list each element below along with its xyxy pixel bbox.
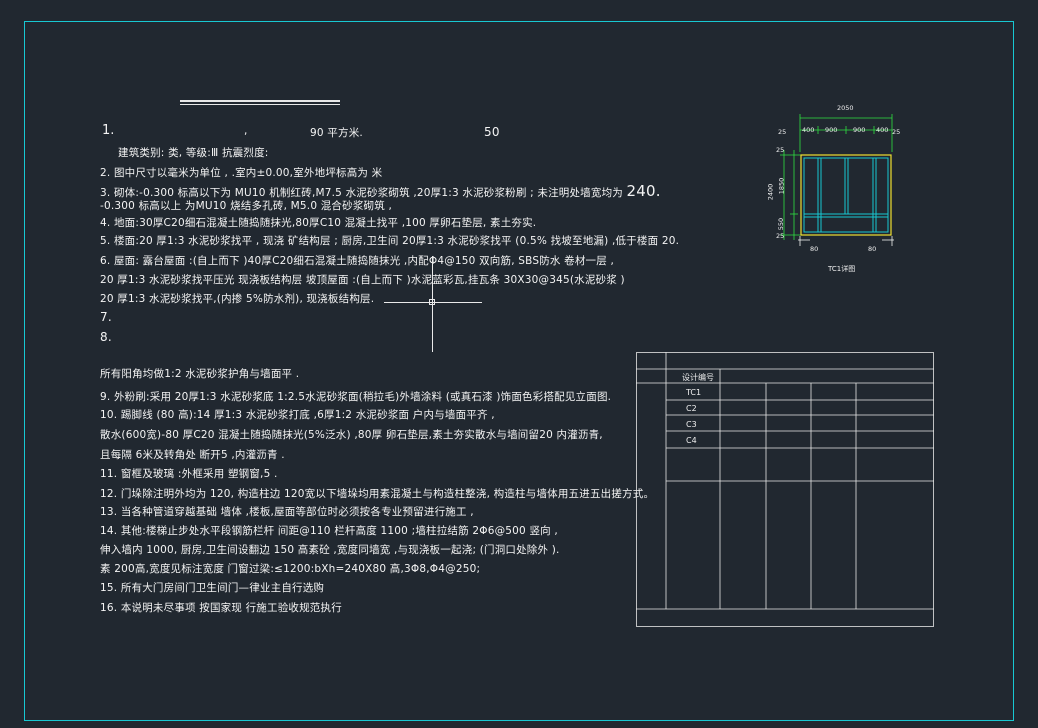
- cad-cursor-pickbox[interactable]: [429, 299, 435, 305]
- window-mullions: [804, 158, 888, 232]
- schedule-table: [636, 352, 934, 627]
- note-1-area: 90 平方米.: [310, 127, 363, 139]
- table-code-c4: C4: [686, 436, 697, 445]
- note-6-line-1: 6. 屋面: 露台屋面 :(自上而下 )40厚C20细石混凝土随捣随抹光 ,内配…: [100, 255, 615, 267]
- note-14-line-2: 伸入墙内 1000, 厨房,卫生间设翻边 150 高素砼 ,宽度同墙宽 ,与现浇…: [100, 544, 560, 556]
- dim-left-lower: 550: [777, 217, 786, 231]
- note-6-line-2: 20 厚1:3 水泥砂浆找平压光 现浇板结构层 坡顶屋面 :(自上而下 )水泥蓝…: [100, 274, 625, 286]
- note-15: 15. 所有大门房间门卫生间门—律业主自行选购: [100, 582, 325, 594]
- note-1-number: 1.: [102, 123, 115, 138]
- note-12: 12. 门垛除注明外均为 120, 构造柱边 120宽以下墙垛均用素混凝土与构造…: [100, 488, 655, 500]
- note-4: 4. 地面:30厚C20细石混凝土随捣随抹光,80厚C10 混凝土找平 ,100…: [100, 217, 537, 229]
- dim-top-seg-2: 900: [825, 126, 838, 134]
- window-detail-caption: TC1详图: [828, 265, 856, 273]
- note-3-line-2: -0.300 标高以上 为MU10 烧结多孔砖, M5.0 混合砂浆砌筑 ,: [100, 200, 393, 212]
- note-5: 5. 楼面:20 厚1:3 水泥砂浆找平 , 现浇 矿结构层 ; 厨房,卫生间 …: [100, 235, 680, 247]
- note-11: 11. 窗框及玻璃 :外框采用 塑钢窗,5 .: [100, 468, 278, 480]
- window-detail-drawing: [780, 114, 894, 246]
- window-inner-frame: [803, 157, 889, 233]
- note-10-line-1: 10. 踢脚线 (80 高):14 厚1:3 水泥砂浆打底 ,6厚1:2 水泥砂…: [100, 409, 495, 421]
- note-8: 8.: [100, 330, 112, 344]
- dim-bottom-left: 80: [810, 245, 819, 253]
- table-code-tc1: TC1: [686, 388, 702, 397]
- note-10-line-2: 散水(600宽)-80 厚C20 混凝土随捣随抹光(5%泛水) ,80厚 卵石垫…: [100, 429, 603, 441]
- dim-left-top-small: 25: [776, 146, 785, 154]
- window-outer-frame: [800, 154, 892, 236]
- dim-right-edge-top: 25: [892, 128, 901, 136]
- dim-top-total: 2050: [837, 104, 854, 112]
- dim-left-edge-top: 25: [778, 128, 787, 136]
- dim-top-seg-1: 400: [802, 126, 815, 134]
- title-underline-top: [180, 100, 340, 102]
- note-2: 2. 图中尺寸以毫米为单位 , .室内±0.00,室外地坪标高为 米: [100, 167, 383, 179]
- note-6-line-3: 20 厚1:3 水泥砂浆找平,(内掺 5%防水剂), 现浇板结构层.: [100, 293, 375, 305]
- note-7: 7.: [100, 310, 112, 324]
- note-9: 9. 外粉刷:采用 20厚1:3 水泥砂浆底 1:2.5水泥砂浆面(稍拉毛)外墙…: [100, 391, 612, 403]
- note-3-wall-width: 240.: [626, 182, 661, 200]
- note-14-line-3: 素 200高,宽度见标注宽度 门窗过梁:≤1200:bXh=240X80 高,3…: [100, 563, 481, 575]
- title-underline-bottom: [180, 104, 340, 105]
- table-header-design-code: 设计编号: [682, 373, 714, 382]
- note-8-corner: 所有阳角均做1:2 水泥砂浆护角与墙面平 .: [100, 368, 300, 380]
- dim-bottom-right: 80: [868, 245, 877, 253]
- dim-left-bottom-small: 25: [776, 232, 785, 240]
- dim-top-seg-3: 900: [853, 126, 866, 134]
- table-border: [636, 352, 934, 627]
- table-code-c2: C2: [686, 404, 697, 413]
- table-code-c3: C3: [686, 420, 697, 429]
- dim-top-seg-4: 400: [876, 126, 889, 134]
- note-16: 16. 本说明未尽事项 按国家现 行施工验收规范执行: [100, 602, 342, 614]
- note-13: 13. 当各种管道穿越基础 墙体 ,楼板,屋面等部位时必须按各专业预留进行施工 …: [100, 506, 474, 518]
- dim-left-upper: 1850: [777, 177, 786, 195]
- note-1-building-class: 建筑类别: 类, 等级:Ⅲ 抗震烈度:: [118, 147, 269, 159]
- dim-left-total: 2400: [766, 183, 775, 201]
- note-1-extra: 50: [484, 125, 500, 139]
- note-14-line-1: 14. 其他:楼梯止步处水平段钢筋栏杆 间距@110 栏杆高度 1100 ;墙柱…: [100, 525, 558, 537]
- note-1-comma: ,: [244, 125, 248, 137]
- note-10-line-3: 且每隔 6米及转角处 断开5 ,内灌沥青 .: [100, 449, 285, 461]
